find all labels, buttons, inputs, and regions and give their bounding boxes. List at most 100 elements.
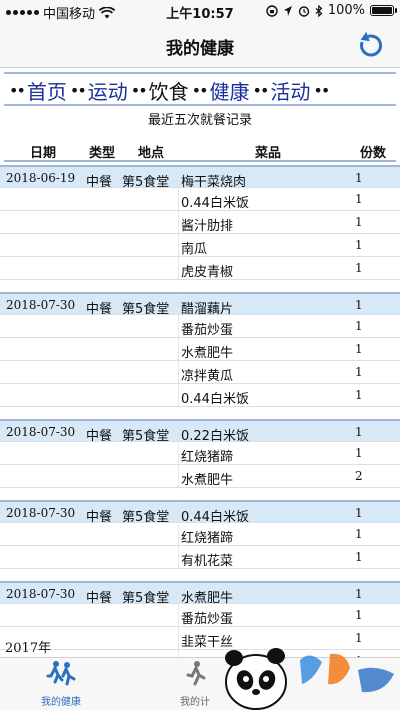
meal-record-group: 2018-07-30 中餐 第5食堂 醋溜藕片 1 番茄炒蛋 1 水煮肥牛 1 凉拌黄瓜 1 0.44… bbox=[0, 292, 400, 407]
table-header-border bbox=[4, 160, 396, 162]
menu-separator: •• bbox=[130, 80, 148, 100]
header-type: 类型 bbox=[89, 146, 116, 161]
table-header: 日期 类型 地点 菜品 份数 bbox=[0, 140, 400, 161]
column-divider bbox=[178, 583, 179, 603]
table-row: 凉拌黄瓜 1 bbox=[0, 361, 400, 384]
column-divider bbox=[178, 523, 179, 545]
header-dish: 菜品 bbox=[255, 146, 282, 161]
table-row: 番茄炒蛋 1 bbox=[0, 604, 400, 627]
column-divider bbox=[178, 465, 179, 487]
records-subtitle: 最近五次就餐记录 bbox=[147, 113, 252, 128]
column-divider bbox=[178, 167, 179, 187]
header-place: 地点 bbox=[138, 146, 165, 161]
cell-qty: 1 bbox=[355, 171, 363, 185]
table-row: 0.44白米饭 1 bbox=[0, 384, 400, 407]
cell-date: 2018-07-30 bbox=[6, 425, 76, 439]
cell-qty: 1 bbox=[355, 527, 363, 541]
table-row: 2018-06-19 中餐 第5食堂 梅干菜烧肉 1 bbox=[0, 165, 400, 190]
column-divider bbox=[178, 188, 179, 210]
tab-my-health[interactable]: 我的健康 bbox=[16, 660, 106, 708]
meal-record-group: 2018-07-30 中餐 第5食堂 0.22白米饭 1 红烧猪蹄 1 水煮肥牛 2 bbox=[0, 419, 400, 488]
cell-qty: 1 bbox=[355, 446, 363, 460]
menu-separator: •• bbox=[313, 80, 330, 100]
table-row: 红烧猪蹄 1 bbox=[0, 523, 400, 546]
cell-dish: 虎皮青椒 bbox=[181, 265, 234, 280]
menu-separator: •• bbox=[191, 80, 209, 100]
table-row: 2018-07-30 中餐 第5食堂 水煮肥牛 1 bbox=[0, 581, 400, 606]
cell-dish: 0.44白米饭 bbox=[181, 392, 249, 407]
table-row: 虎皮青椒 1 bbox=[0, 257, 400, 280]
battery-percent: 100% bbox=[327, 3, 365, 18]
menu-item-1[interactable]: 运动 bbox=[88, 76, 128, 105]
battery-level-fill bbox=[372, 7, 392, 14]
column-divider bbox=[178, 338, 179, 360]
status-bar: 中国移动 上午10:57 100% bbox=[0, 0, 400, 22]
meal-record-group: 2018-06-19 中餐 第5食堂 梅干菜烧肉 1 0.44白米饭 1 酱汁肋排 1 南瓜 1 虎皮… bbox=[0, 165, 400, 280]
cell-qty: 1 bbox=[355, 388, 363, 402]
column-divider bbox=[178, 315, 179, 337]
column-divider bbox=[178, 421, 179, 441]
menu-separator: •• bbox=[69, 80, 87, 100]
cell-qty: 1 bbox=[355, 425, 363, 439]
column-divider bbox=[178, 502, 179, 522]
column-divider bbox=[178, 627, 179, 649]
cell-dish: 水煮肥牛 bbox=[181, 473, 234, 488]
table-row: 酱汁肋排 1 bbox=[0, 211, 400, 234]
cell-dish: 红烧猪蹄 bbox=[181, 450, 234, 465]
navigation-bar: 我的健康 bbox=[0, 22, 400, 68]
cell-dish: 红烧猪蹄 bbox=[181, 531, 234, 546]
cell-dish: 水煮肥牛 bbox=[181, 346, 234, 361]
cell-qty: 1 bbox=[355, 298, 363, 312]
cell-dish: 番茄炒蛋 bbox=[181, 323, 234, 338]
menu-top-border bbox=[4, 72, 396, 74]
table-row: 南瓜 1 bbox=[0, 234, 400, 257]
cell-qty: 2 bbox=[355, 469, 363, 483]
header-date: 日期 bbox=[30, 146, 57, 161]
cell-qty: 1 bbox=[355, 319, 363, 333]
cell-qty: 1 bbox=[355, 342, 363, 356]
section-menu: •• 首页 •• 运动 •• 饮食 •• 健康 •• 活动 •• bbox=[6, 76, 396, 104]
cell-dish: 有机花菜 bbox=[181, 554, 234, 569]
column-divider bbox=[178, 294, 179, 314]
column-divider bbox=[178, 604, 179, 626]
table-row: 水煮肥牛 2 bbox=[0, 465, 400, 488]
menu-separator: •• bbox=[252, 80, 270, 100]
column-divider bbox=[178, 384, 179, 406]
menu-item-3[interactable]: 健康 bbox=[210, 76, 250, 105]
meal-record-group: 2018-07-30 中餐 第5食堂 0.44白米饭 1 红烧猪蹄 1 有机花菜 1 bbox=[0, 500, 400, 569]
cell-dish: 酱汁肋排 bbox=[181, 219, 234, 234]
table-row: 2018-07-30 中餐 第5食堂 0.44白米饭 1 bbox=[0, 500, 400, 525]
cell-qty: 1 bbox=[355, 506, 363, 520]
table-row: 红烧猪蹄 1 bbox=[0, 442, 400, 465]
running-people-icon bbox=[46, 661, 76, 686]
panda-watermark-logo bbox=[225, 648, 394, 710]
battery-icon bbox=[370, 5, 397, 16]
table-row: 0.44白米饭 1 bbox=[0, 188, 400, 211]
refresh-icon bbox=[360, 31, 382, 57]
year-label: 2017年 bbox=[5, 641, 52, 656]
column-divider bbox=[178, 211, 179, 233]
cell-qty: 1 bbox=[355, 608, 363, 622]
meal-records-table: 日期 类型 地点 菜品 份数 2018-06-19 中餐 第5食堂 梅干菜烧肉 1 0.4… bbox=[0, 140, 400, 685]
cell-date: 2018-07-30 bbox=[6, 298, 76, 312]
table-row: 有机花菜 1 bbox=[0, 546, 400, 569]
cell-qty: 1 bbox=[355, 365, 363, 379]
column-divider bbox=[178, 234, 179, 256]
refresh-button[interactable] bbox=[356, 30, 386, 60]
table-row: 2018-07-30 中餐 第5食堂 醋溜藕片 1 bbox=[0, 292, 400, 317]
menu-separator: •• bbox=[9, 80, 26, 100]
menu-item-4[interactable]: 活动 bbox=[270, 76, 310, 105]
rotation-lock-icon bbox=[266, 4, 278, 17]
table-row: 番茄炒蛋 1 bbox=[0, 315, 400, 338]
table-row: 水煮肥牛 1 bbox=[0, 338, 400, 361]
header-qty: 份数 bbox=[360, 146, 387, 161]
cell-dish: 凉拌黄瓜 bbox=[181, 369, 234, 384]
table-row: 2018-07-30 中餐 第5食堂 0.22白米饭 1 bbox=[0, 419, 400, 444]
cell-qty: 1 bbox=[355, 238, 363, 252]
tab-label: 我的健康 bbox=[41, 697, 81, 708]
cell-dish: 番茄炒蛋 bbox=[181, 612, 234, 627]
menu-item-0[interactable]: 首页 bbox=[27, 76, 67, 105]
cell-date: 2018-07-30 bbox=[6, 587, 76, 601]
status-right: 100% bbox=[266, 3, 397, 18]
bluetooth-icon bbox=[315, 4, 323, 17]
